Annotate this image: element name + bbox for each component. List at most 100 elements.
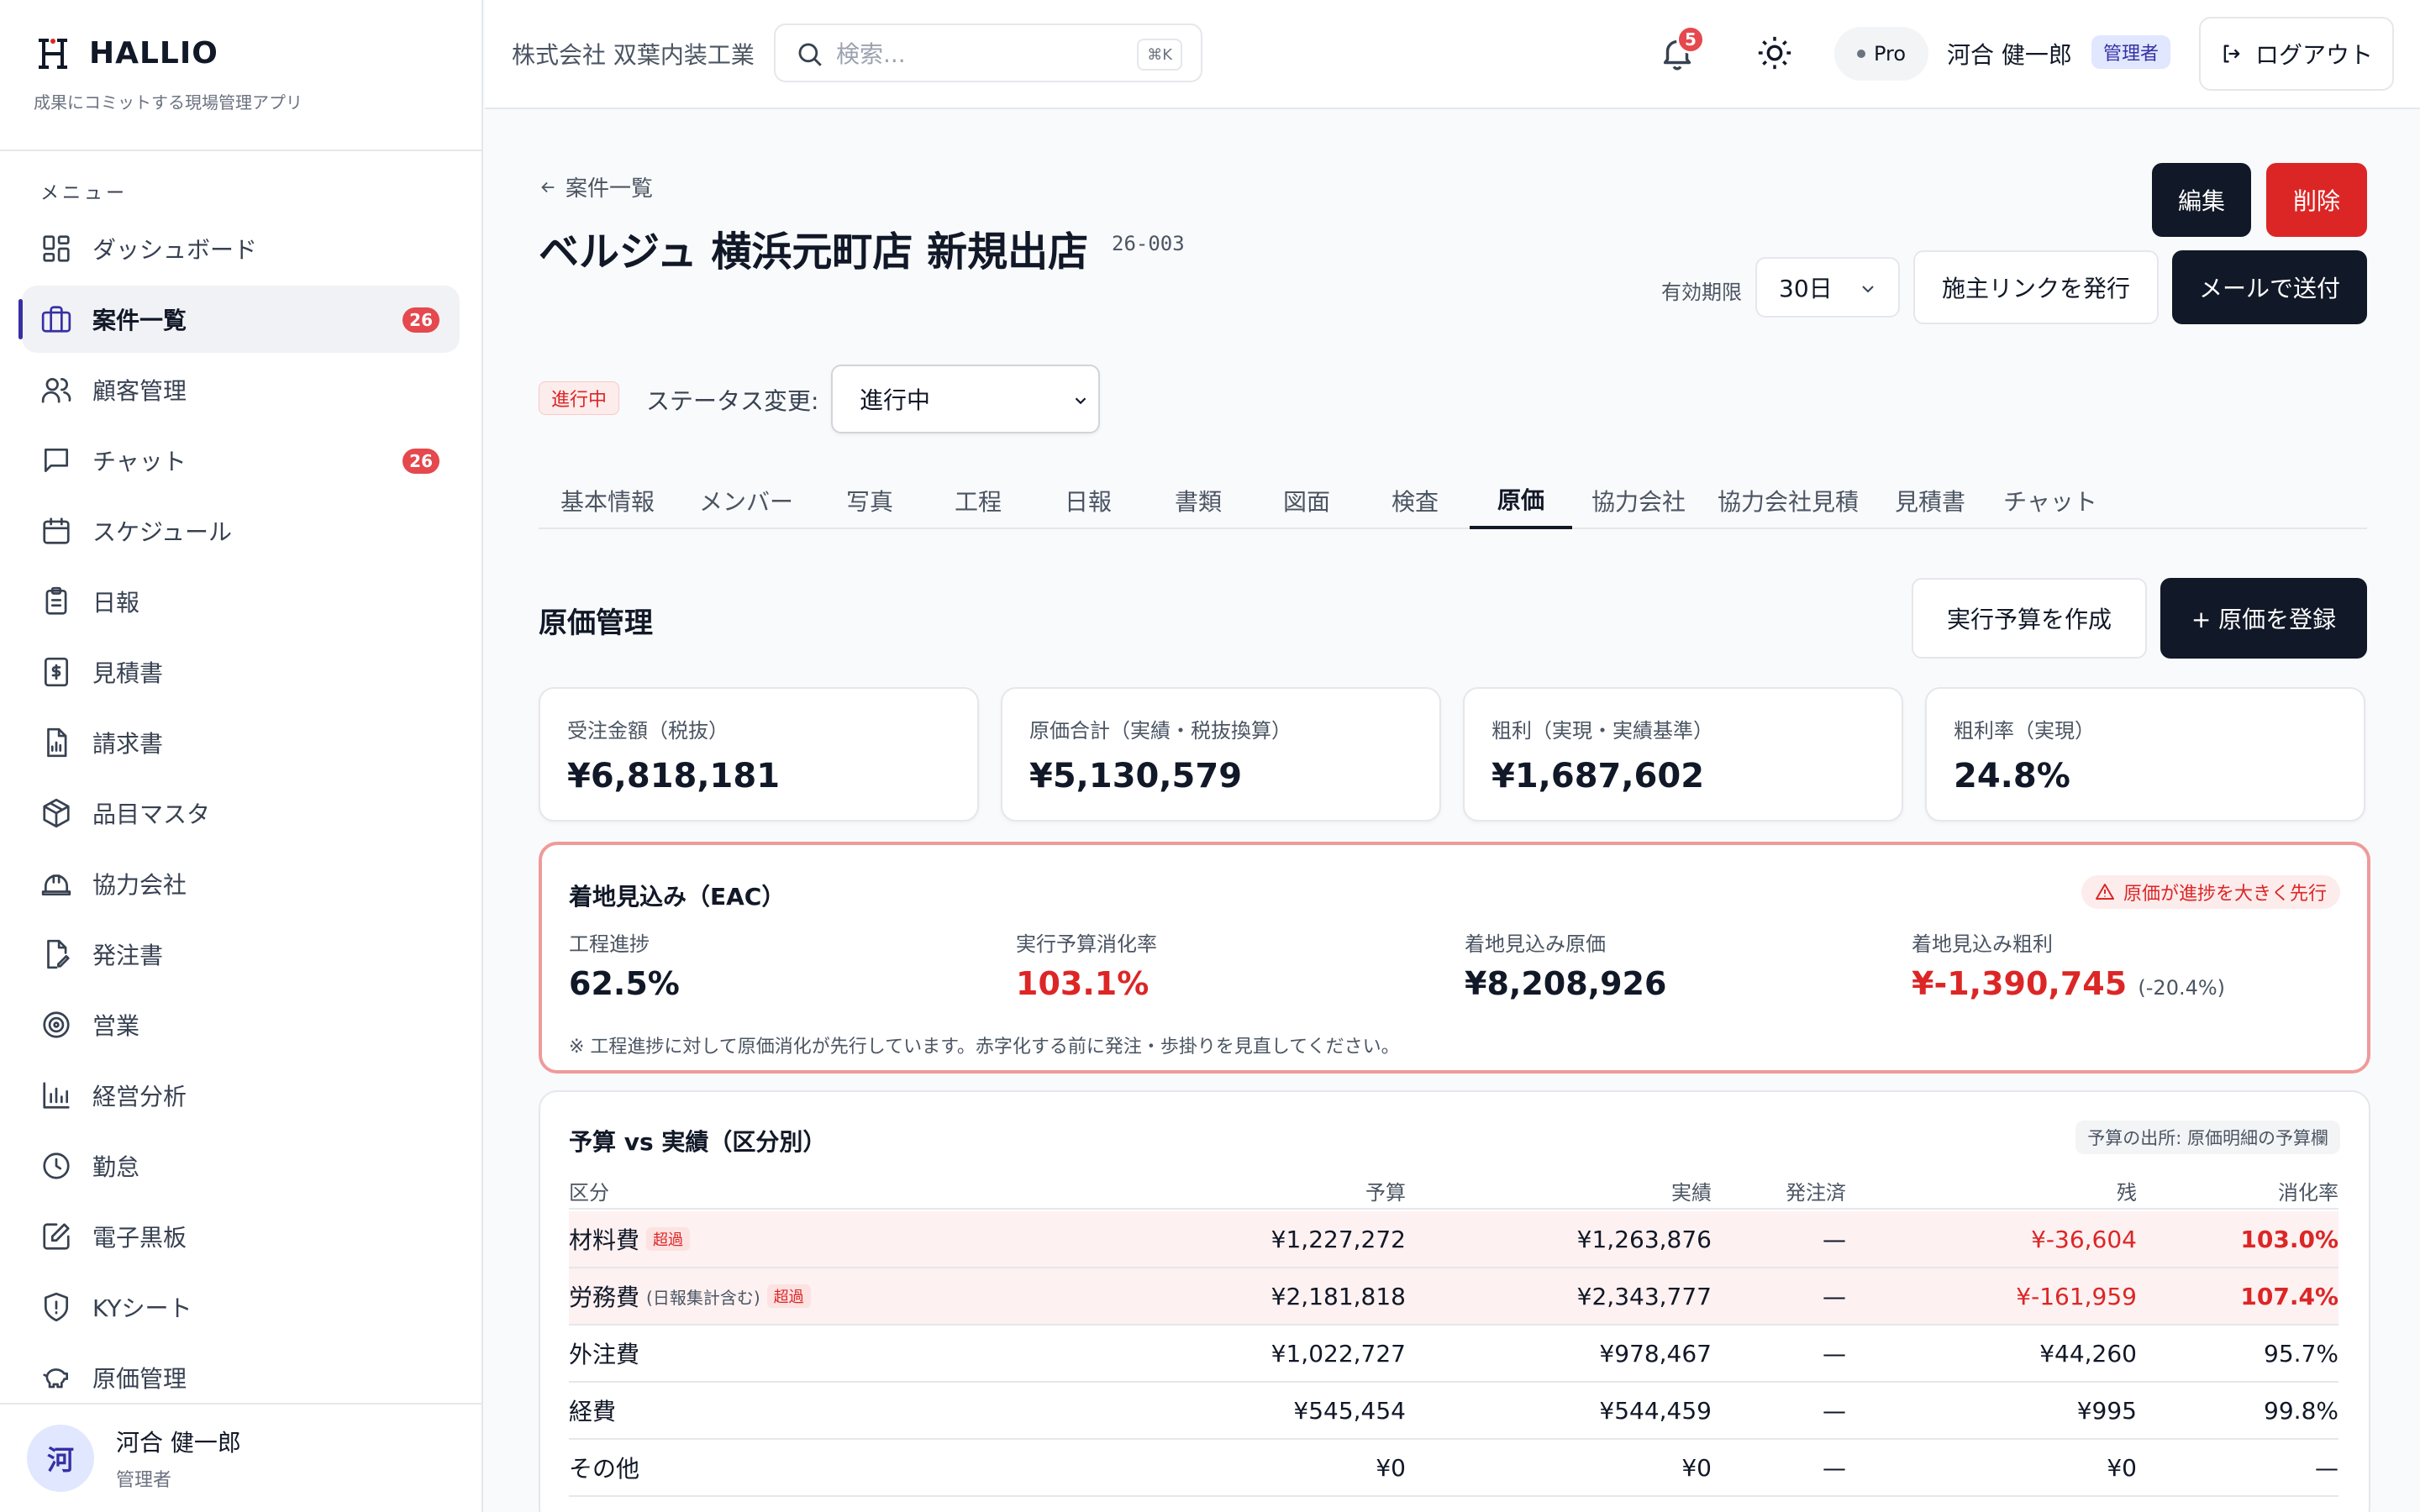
hallio-logo-icon (39, 39, 67, 69)
expire-select[interactable]: 30日 (1755, 257, 1900, 318)
sidebar-item-label: チャット (92, 448, 187, 475)
kpi-value: 24.8% (1954, 757, 2070, 795)
over-badge: 超過 (646, 1227, 691, 1251)
tab-2[interactable]: 写真 (816, 472, 923, 529)
sidebar-item-label: ダッシュボード (92, 236, 258, 264)
company-name: 株式会社 双葉内装工業 (512, 41, 755, 69)
search-input[interactable] (836, 35, 1088, 72)
table-row[interactable]: 労務費 (日報集計含む) 超過 ¥2,181,818 ¥2,343,777 — ¥-161,… (569, 1268, 2338, 1326)
sidebar-item-5[interactable]: 日報 (22, 568, 460, 635)
sidebar-item-label: 発注書 (92, 942, 164, 969)
row-name: 労務費 (569, 1284, 640, 1311)
sidebar-item-7[interactable]: 請求書 (22, 709, 460, 776)
sun-icon[interactable] (1755, 34, 1794, 72)
tab-9[interactable]: 協力会社 (1579, 472, 1698, 529)
kpi-label: 粗利率（実現） (1954, 719, 2095, 743)
table-row[interactable]: 経費 ¥545,454 ¥544,459 — ¥995 99.8% (569, 1383, 2338, 1440)
table-row[interactable]: その他 ¥0 ¥0 — ¥0 — (569, 1440, 2338, 1497)
chevron-down-icon (1862, 286, 1874, 293)
tab-6[interactable]: 図面 (1253, 472, 1360, 529)
row-name: 外注費 (569, 1341, 640, 1368)
tab-8[interactable]: 原価 (1470, 472, 1572, 529)
sidebar-item-label: 日報 (92, 589, 140, 617)
eac-forecast-profit: 着地見込み粗利 ¥-1,390,745 (-20.4%) (1912, 927, 2225, 1002)
edit-button[interactable]: 編集 (2152, 163, 2251, 237)
budget-source-badge: 予算の出所: 原価明細の予算欄 (2075, 1121, 2340, 1154)
register-cost-button[interactable]: + 原価を登録 (2160, 578, 2367, 659)
logout-button[interactable]: ログアウト (2199, 17, 2394, 91)
tab-5[interactable]: 書類 (1144, 472, 1253, 529)
issue-owner-link-button[interactable]: 施主リンクを発行 (1913, 250, 2159, 324)
row-budget: ¥545,454 (1293, 1396, 1406, 1425)
chevron-down-icon (1075, 397, 1086, 405)
kpi-value: ¥6,818,181 (567, 757, 781, 795)
sidebar-item-6[interactable]: 見積書 (22, 638, 460, 706)
kpi-label: 粗利（実現・実績基準） (1491, 719, 1713, 743)
tab-7[interactable]: 検査 (1360, 472, 1470, 529)
sidebar-item-8[interactable]: 品目マスタ (22, 780, 460, 847)
kpi-card-1: 原価合計（実績・税抜換算） ¥5,130,579 (1001, 687, 1441, 822)
sidebar-item-15[interactable]: KYシート (22, 1273, 460, 1341)
budget-vs-actual-card: 予算 vs 実績（区分別） 予算の出所: 原価明細の予算欄 区分 予算 実績 発注済 残… (539, 1090, 2370, 1512)
tab-4[interactable]: 日報 (1033, 472, 1144, 529)
plan-badge: Pro (1834, 27, 1928, 81)
briefcase-icon (41, 306, 71, 333)
row-rate: 99.8% (2264, 1396, 2338, 1425)
row-actual: ¥544,459 (1599, 1396, 1712, 1425)
sidebar-item-10[interactable]: 発注書 (22, 921, 460, 988)
box-icon (43, 798, 70, 828)
kpi-value: ¥1,687,602 (1491, 757, 1705, 795)
sidebar-item-16[interactable]: 原価管理 (22, 1344, 460, 1411)
row-note: (日報集計含む) (646, 1287, 760, 1308)
sidebar-item-14[interactable]: 電子黒板 (22, 1203, 460, 1270)
create-budget-button[interactable]: 実行予算を作成 (1912, 578, 2147, 659)
sidebar-item-9[interactable]: 協力会社 (22, 850, 460, 917)
send-mail-button[interactable]: メールで送付 (2172, 250, 2367, 324)
table-header-cell: 発注済 (1786, 1180, 1846, 1205)
kpi-label: 受注金額（税抜） (567, 719, 729, 743)
back-link-label: 案件一覧 (566, 176, 654, 202)
delete-button[interactable]: 削除 (2266, 163, 2367, 237)
tab-10[interactable]: 協力会社見積 (1698, 472, 1878, 529)
sidebar-item-12[interactable]: 経営分析 (22, 1062, 460, 1129)
target-icon (43, 1011, 70, 1038)
table-header-cell: 予算 (1365, 1180, 1406, 1205)
table-row[interactable]: 材料費 超過 ¥1,227,272 ¥1,263,876 — ¥-36,604 103.0% (569, 1211, 2338, 1268)
sidebar-item-label: 請求書 (92, 730, 164, 758)
sidebar-user-role: 管理者 (116, 1470, 172, 1491)
tab-1[interactable]: メンバー (676, 472, 816, 529)
row-budget: ¥2,181,818 (1270, 1282, 1406, 1310)
sidebar-item-13[interactable]: 勤怠 (22, 1132, 460, 1200)
sidebar-item-0[interactable]: ダッシュボード (22, 215, 460, 282)
notification-badge: 5 (1676, 25, 1705, 54)
tab-11[interactable]: 見積書 (1878, 472, 1982, 529)
tab-3[interactable]: 工程 (923, 472, 1033, 529)
expire-label: 有効期限 (1661, 281, 1742, 304)
sidebar-user[interactable]: 河 河合 健一郎 管理者 (0, 1403, 481, 1512)
eac-forecast-cost: 着地見込み原価 ¥8,208,926 (1465, 927, 1666, 1002)
back-link[interactable]: 案件一覧 (539, 171, 653, 202)
dollar-file-icon (44, 657, 69, 687)
status-select[interactable]: 進行中 (831, 365, 1100, 433)
sidebar-item-label: 品目マスタ (92, 801, 211, 828)
tab-12[interactable]: チャット (1982, 472, 2118, 529)
sidebar-item-label: 勤怠 (92, 1153, 140, 1181)
eac-forecast-cost-label: 着地見込み原価 (1465, 932, 1606, 956)
sidebar-item-label: スケジュール (92, 518, 233, 546)
table-row[interactable]: 外注費 ¥1,022,727 ¥978,467 — ¥44,260 95.7% (569, 1326, 2338, 1383)
sidebar-item-3[interactable]: チャット 26 (22, 427, 460, 494)
sidebar-item-4[interactable]: スケジュール (22, 497, 460, 564)
row-name: 経費 (569, 1398, 617, 1425)
row-budget: ¥0 (1376, 1453, 1406, 1482)
sidebar-item-2[interactable]: 顧客管理 (22, 356, 460, 423)
edit-file-icon (47, 939, 70, 969)
sidebar-item-11[interactable]: 営業 (22, 991, 460, 1058)
search-box[interactable]: ⌘K (774, 24, 1202, 82)
eac-forecast-profit-label: 着地見込み粗利 (1912, 932, 2053, 956)
chat-icon (44, 448, 69, 473)
brand-tagline: 成果にコミットする現場管理アプリ (34, 92, 302, 113)
sidebar-item-1[interactable]: 案件一覧 26 (18, 286, 460, 353)
sidebar-item-label: 営業 (92, 1012, 140, 1040)
row-ordered: — (1823, 1225, 1846, 1253)
tab-0[interactable]: 基本情報 (539, 472, 676, 529)
